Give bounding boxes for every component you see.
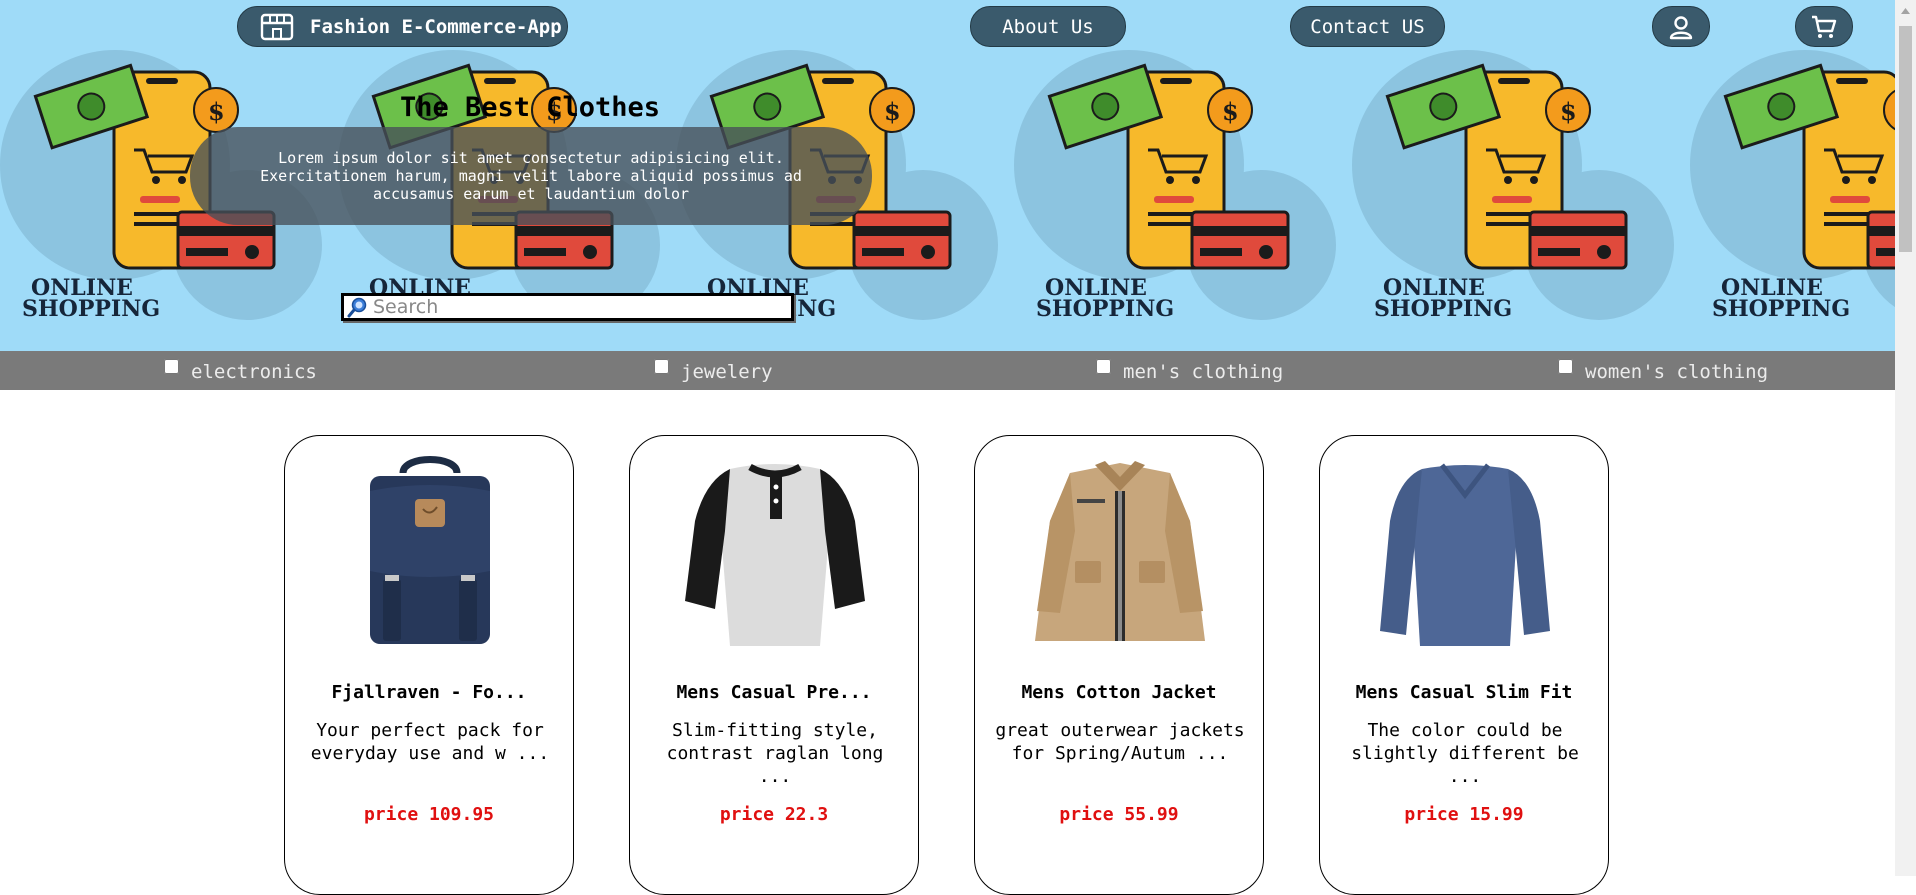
filter-label: women's clothing [1585, 361, 1769, 383]
scrollbar-thumb[interactable] [1899, 26, 1912, 252]
filter-label: electronics [191, 361, 317, 383]
product-name: Mens Casual Slim Fit [1355, 682, 1573, 703]
filter-label: jewelery [681, 361, 773, 383]
filter-checkbox-electronics[interactable] [164, 359, 179, 374]
slim-fit-shirt-image [1380, 463, 1550, 646]
product-card[interactable]: Mens Cotton Jacket great outerwear jacke… [974, 435, 1264, 895]
svg-text:$: $ [208, 97, 225, 126]
product-description: great outerwear jackets for Spring/Autum… [995, 720, 1245, 764]
backpack-image [370, 456, 490, 644]
product-card[interactable]: Fjallraven - Fo... Your perfect pack for… [284, 435, 574, 895]
hero-subtitle: Lorem ipsum dolor sit amet consectetur a… [260, 149, 802, 203]
banner-caption-line: SHOPPING [1036, 296, 1175, 322]
store-icon [260, 13, 294, 40]
banner-tile: $ ONLINE SHOPPING [1346, 0, 1684, 351]
banner-caption: ONLINE SHOPPING [1374, 277, 1513, 322]
product-card[interactable]: Mens Casual Slim Fit The color could be … [1319, 435, 1609, 895]
banner-caption: ONLINE SHOPPING [1712, 277, 1851, 322]
filter-checkbox-mens-clothing[interactable] [1096, 359, 1111, 374]
cart-icon [1812, 15, 1837, 38]
banner-caption-line: SHOPPING [22, 296, 161, 322]
about-us-button[interactable]: About Us [970, 6, 1126, 47]
filter-womens-clothing[interactable]: women's clothing [1558, 358, 1768, 384]
user-icon [1669, 15, 1693, 39]
product-price: price 109.95 [363, 804, 495, 825]
filter-jewelery[interactable]: jewelery [654, 358, 773, 384]
hero-title: The Best Clothes [399, 92, 661, 123]
banner-caption: ONLINE SHOPPING [1036, 277, 1175, 322]
cotton-jacket-image [1035, 461, 1205, 641]
cart-button[interactable] [1795, 6, 1853, 47]
filter-mens-clothing[interactable]: men's clothing [1096, 358, 1283, 384]
svg-text:$: $ [884, 97, 901, 126]
search-input[interactable] [369, 296, 791, 318]
brand-button[interactable]: Fashion E-Commerce-App [237, 6, 568, 47]
product-card[interactable]: Mens Casual Pre... Slim-fitting style, c… [629, 435, 919, 895]
category-filter-bar: electronics jewelery men's clothing wome… [0, 351, 1895, 390]
product-description: The color could be slightly different be… [1351, 720, 1579, 787]
filter-checkbox-womens-clothing[interactable] [1558, 359, 1573, 374]
banner-caption-line: SHOPPING [1374, 296, 1513, 322]
user-account-button[interactable] [1652, 6, 1710, 47]
banner-tile: $ ONLINE SHOPPING [1008, 0, 1346, 351]
product-name: Fjallraven - Fo... [331, 682, 527, 703]
product-price: price 55.99 [1059, 804, 1179, 825]
search-icon [347, 297, 367, 318]
scroll-up-icon[interactable] [1895, 2, 1916, 19]
banner-tile: $ ONLINE SHOPPING [1684, 0, 1895, 351]
page-scrollbar[interactable] [1895, 0, 1916, 876]
filter-electronics[interactable]: electronics [164, 358, 317, 384]
svg-text:$: $ [1222, 97, 1239, 126]
hero-subtitle-box: Lorem ipsum dolor sit amet consectetur a… [190, 127, 872, 225]
filter-checkbox-jewelery[interactable] [654, 359, 669, 374]
product-name: Mens Casual Pre... [676, 682, 872, 703]
search-box[interactable] [341, 293, 794, 321]
raglan-shirt-image [685, 463, 865, 646]
contact-us-button[interactable]: Contact US [1290, 6, 1445, 47]
filter-label: men's clothing [1123, 361, 1284, 383]
banner-caption: ONLINE SHOPPING [22, 277, 161, 322]
svg-text:$: $ [1560, 97, 1577, 126]
product-description: Slim-fitting style, contrast raglan long… [666, 720, 884, 787]
brand-label: Fashion E-Commerce-App [310, 15, 562, 38]
product-name: Mens Cotton Jacket [1021, 682, 1217, 703]
product-description: Your perfect pack for everyday use and w… [310, 720, 550, 764]
product-price: price 22.3 [719, 804, 829, 825]
product-price: price 15.99 [1404, 804, 1524, 825]
banner-caption-line: SHOPPING [1712, 296, 1851, 322]
